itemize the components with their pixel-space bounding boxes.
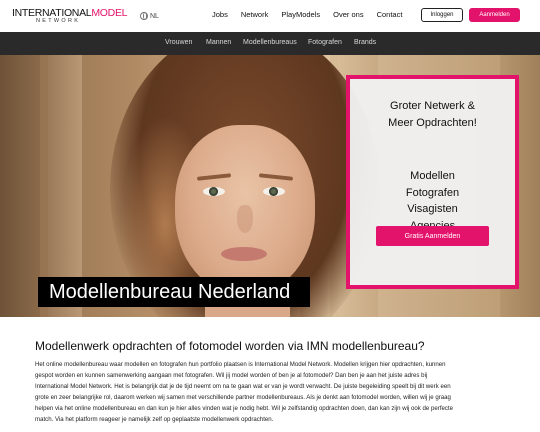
language-selector[interactable]: NL	[140, 10, 159, 22]
portrait-eye	[203, 187, 225, 196]
content-paragraph: Het online modellenbureau waar modellen …	[35, 359, 510, 425]
globe-icon	[140, 12, 148, 20]
main-nav: Jobs Network PlayModels Over ons Contact	[212, 10, 402, 19]
language-label: NL	[150, 12, 159, 20]
login-button[interactable]: Inloggen	[421, 8, 463, 22]
nav-item-playmodels[interactable]: PlayModels	[281, 10, 320, 19]
panel-headline: Groter Netwerk & Meer Opdrachten!	[350, 98, 515, 132]
category-brands[interactable]: Brands	[354, 39, 376, 46]
panel-headline-line: Groter Netwerk &	[390, 100, 475, 112]
nav-item-jobs[interactable]: Jobs	[212, 10, 228, 19]
portrait-nose	[237, 205, 253, 233]
portrait-eye	[263, 187, 285, 196]
paragraph-line: Het online modellenbureau waar modellen …	[35, 361, 446, 368]
category-vrouwen[interactable]: Vrouwen	[165, 39, 192, 46]
panel-role-item: Modellen	[410, 170, 455, 182]
category-nav: Vrouwen Mannen Modellenbureaus Fotografe…	[0, 32, 540, 55]
panel-headline-line: Meer Opdrachten!	[388, 117, 477, 129]
panel-role-item: Fotografen	[405, 186, 460, 199]
paragraph-line: match. Via het platform reageer je namel…	[35, 416, 274, 423]
register-button[interactable]: Aanmelden	[469, 8, 520, 22]
nav-item-network[interactable]: Network	[241, 10, 269, 19]
paragraph-line: grote en zeer belangrijke rol, daarom we…	[35, 394, 451, 401]
portrait-lips	[221, 247, 267, 261]
panel-role-item: Visagisten	[407, 203, 458, 215]
logo[interactable]: INTERNATIONALMODEL NETWORK	[12, 7, 127, 29]
nav-item-contact[interactable]: Contact	[377, 10, 403, 19]
site-header: INTERNATIONALMODEL NETWORK NL Jobs Netwo…	[0, 0, 540, 32]
category-modellenbureaus[interactable]: Modellenbureaus	[243, 39, 297, 46]
paragraph-line: International Model Network. Het is bela…	[35, 383, 451, 390]
portrait-brow	[196, 173, 232, 181]
content-heading: Modellenwerk opdrachten of fotomodel wor…	[35, 339, 425, 353]
paragraph-line: helpen via het online modellenbureau en …	[35, 405, 454, 412]
nav-item-over-ons[interactable]: Over ons	[333, 10, 363, 19]
portrait-face	[175, 125, 315, 295]
free-signup-button[interactable]: Gratis Aanmelden	[376, 226, 489, 246]
panel-roles-list: Modellen Fotografen Visagisten Agencies	[350, 168, 515, 234]
logo-subtitle: NETWORK	[36, 18, 81, 24]
category-mannen[interactable]: Mannen	[206, 39, 231, 46]
paragraph-line: gespot worden en kunnen samenwerking aan…	[35, 372, 428, 379]
background-slat	[0, 55, 40, 317]
signup-panel: Groter Netwerk & Meer Opdrachten! Modell…	[346, 75, 519, 289]
portrait-brow	[258, 173, 294, 181]
hero-title: Modellenbureau Nederland	[38, 277, 310, 307]
category-fotografen[interactable]: Fotografen	[308, 39, 342, 46]
